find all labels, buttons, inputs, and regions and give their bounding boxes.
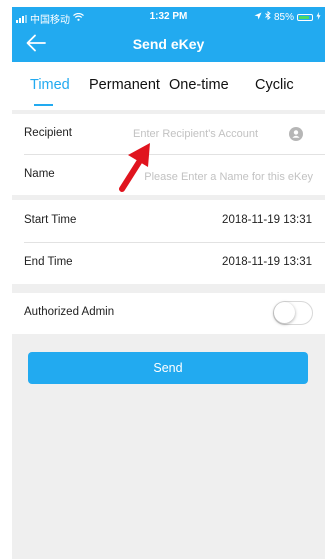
send-button[interactable]: Send xyxy=(28,352,308,384)
page-title: Send eKey xyxy=(132,36,205,52)
tab-permanent[interactable]: Permanent xyxy=(89,77,160,93)
recipient-input[interactable] xyxy=(133,126,283,142)
account-icon[interactable] xyxy=(289,127,303,141)
bluetooth-icon xyxy=(265,10,271,23)
location-icon xyxy=(254,12,262,23)
tab-cyclic[interactable]: Cyclic xyxy=(255,77,294,93)
charging-icon xyxy=(316,11,321,23)
recipient-label: Recipient xyxy=(24,127,72,139)
battery-percent: 85% xyxy=(273,11,294,23)
start-time-row[interactable]: Start Time 2018-11-19 13:31 xyxy=(12,201,325,241)
tab-one-time[interactable]: One-time xyxy=(169,77,229,93)
app-screen: 中国移动 1:32 PM 85% Send eKey Timed Permane… xyxy=(12,7,325,559)
admin-section: Authorized Admin xyxy=(12,293,325,334)
authorized-admin-row: Authorized Admin xyxy=(12,293,325,333)
recipient-row: Recipient xyxy=(12,114,325,154)
time-section: Start Time 2018-11-19 13:31 End Time 201… xyxy=(12,200,325,284)
name-row: Name xyxy=(12,155,325,195)
authorized-admin-toggle[interactable] xyxy=(273,301,313,325)
start-time-label: Start Time xyxy=(24,214,77,226)
end-time-row[interactable]: End Time 2018-11-19 13:31 xyxy=(12,243,325,283)
authorized-admin-label: Authorized Admin xyxy=(24,306,115,318)
battery-icon xyxy=(297,13,313,21)
battery-fill xyxy=(299,15,310,19)
header: 中国移动 1:32 PM 85% Send eKey xyxy=(12,7,325,62)
recipient-section: Recipient Name xyxy=(12,114,325,195)
name-input[interactable] xyxy=(106,169,313,183)
tab-timed[interactable]: Timed xyxy=(30,77,70,93)
end-time-label: End Time xyxy=(24,256,73,268)
tab-bar: Timed Permanent One-time Cyclic xyxy=(12,62,325,110)
name-input-wrapper xyxy=(106,167,313,183)
status-bar: 中国移动 1:32 PM 85% xyxy=(12,7,325,27)
name-label: Name xyxy=(24,168,55,180)
start-time-value: 2018-11-19 13:31 xyxy=(222,214,312,226)
status-right: 85% xyxy=(254,10,321,23)
toggle-knob xyxy=(274,302,295,323)
active-tab-indicator xyxy=(34,104,53,106)
nav-bar: Send eKey xyxy=(12,27,325,62)
end-time-value: 2018-11-19 13:31 xyxy=(222,256,312,268)
